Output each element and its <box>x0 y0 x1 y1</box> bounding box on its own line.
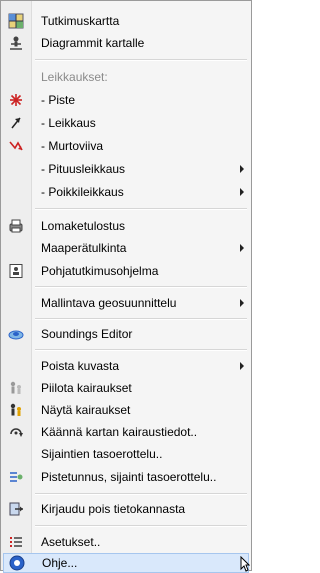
menu-item-kaanna-kartan-kairaustiedot[interactable]: Käännä kartan kairaustiedot.. <box>1 422 251 442</box>
menu-separator <box>35 525 247 527</box>
menu-label: Sijaintien tasoerottelu.. <box>41 447 163 461</box>
menu-item-poikkileikkaus[interactable]: - Poikkileikkaus <box>1 182 251 202</box>
menu-separator <box>35 59 247 61</box>
menu-separator <box>35 286 247 288</box>
menu-label: Asetukset.. <box>41 535 101 549</box>
menu-item-pituusleikkaus[interactable]: - Pituusleikkaus <box>1 159 251 179</box>
menu-label: Poista kuvasta <box>41 359 120 373</box>
menu-label: Maaperätulkinta <box>41 241 127 255</box>
diagram-person-icon <box>8 35 24 51</box>
menu-label: Piilota kairaukset <box>41 381 132 395</box>
menu-label: Näytä kairaukset <box>41 403 131 417</box>
menu-label: - Murtoviiva <box>41 139 104 153</box>
submenu-arrow-icon <box>240 362 244 370</box>
menu-separator <box>35 493 247 495</box>
menu-item-asetukset[interactable]: Asetukset.. <box>1 532 251 552</box>
program-document-icon <box>8 263 24 279</box>
rotate-icon <box>8 424 24 440</box>
menu-item-leikkaus[interactable]: - Leikkaus <box>1 113 251 133</box>
hide-soundings-icon <box>8 380 24 396</box>
menu-label: - Poikkileikkaus <box>41 185 124 199</box>
menu-item-piste[interactable]: - Piste <box>1 90 251 110</box>
print-form-icon <box>8 218 24 234</box>
polyline-icon <box>8 138 24 154</box>
menu-item-ohje[interactable]: Ohje... <box>3 553 249 573</box>
menu-label: - Leikkaus <box>41 116 96 130</box>
menu-label: Kirjaudu pois tietokannasta <box>41 502 186 516</box>
mouse-cursor-icon <box>240 556 250 572</box>
point-id-icon <box>8 469 24 485</box>
menu-label: Diagrammit kartalle <box>41 36 145 50</box>
menu-label: Mallintava geosuunnittelu <box>41 296 177 310</box>
menu-item-pistetunnus-tasoerottelu[interactable]: Pistetunnus, sijainti tasoerottelu.. <box>1 467 251 487</box>
show-soundings-icon <box>8 402 24 418</box>
menu-item-poista-kuvasta[interactable]: Poista kuvasta <box>1 356 251 376</box>
menu-item-lomaketulostus[interactable]: Lomaketulostus <box>1 216 251 236</box>
map-grid-icon <box>8 13 24 29</box>
menu-label: - Pituusleikkaus <box>41 162 126 176</box>
submenu-arrow-icon <box>240 188 244 196</box>
menu-item-pohjatutkimusohjelma[interactable]: Pohjatutkimusohjelma <box>1 261 251 281</box>
menu-separator <box>35 318 247 320</box>
menu-item-maaperatulkinta[interactable]: Maaperätulkinta <box>1 238 251 258</box>
menu-header-leikkaukset: Leikkaukset: <box>1 67 251 87</box>
soundings-editor-icon <box>8 326 24 342</box>
submenu-arrow-icon <box>240 299 244 307</box>
menu-label: Soundings Editor <box>41 327 133 341</box>
menu-item-nayta-kairaukset[interactable]: Näytä kairaukset <box>1 400 251 420</box>
menu-item-soundings-editor[interactable]: Soundings Editor <box>1 324 251 344</box>
section-arrow-icon <box>8 115 24 131</box>
submenu-arrow-icon <box>240 165 244 173</box>
menu-item-kirjaudu-pois[interactable]: Kirjaudu pois tietokannasta <box>1 499 251 519</box>
menu-item-murtoviiva[interactable]: - Murtoviiva <box>1 136 251 156</box>
menu-separator <box>35 208 247 210</box>
menu-label: Lomaketulostus <box>41 219 126 233</box>
help-icon <box>9 555 25 571</box>
menu-label: Käännä kartan kairaustiedot.. <box>41 425 198 439</box>
menu-label: Ohje... <box>42 556 78 570</box>
point-star-icon <box>8 92 24 108</box>
menu-item-diagrammit-kartalle[interactable]: Diagrammit kartalle <box>1 33 251 53</box>
menu-label: Tutkimuskartta <box>41 14 120 28</box>
menu-item-piilota-kairaukset[interactable]: Piilota kairaukset <box>1 378 251 398</box>
menu-label: Pohjatutkimusohjelma <box>41 264 159 278</box>
menu-item-tutkimuskartta[interactable]: Tutkimuskartta <box>1 11 251 31</box>
submenu-arrow-icon <box>240 244 244 252</box>
menu-label: Pistetunnus, sijainti tasoerottelu.. <box>41 470 217 484</box>
menu-label: Leikkaukset: <box>41 70 108 84</box>
logout-icon <box>8 501 24 517</box>
menu-separator <box>35 349 247 351</box>
settings-list-icon <box>8 534 24 550</box>
menu-label: - Piste <box>41 93 76 107</box>
menu-item-sijaintien-tasoerottelu[interactable]: Sijaintien tasoerottelu.. <box>1 444 251 464</box>
menu-item-mallintava-geosuunnittelu[interactable]: Mallintava geosuunnittelu <box>1 293 251 313</box>
context-menu: Tutkimuskartta Diagrammit kartalle Leikk… <box>0 0 252 573</box>
